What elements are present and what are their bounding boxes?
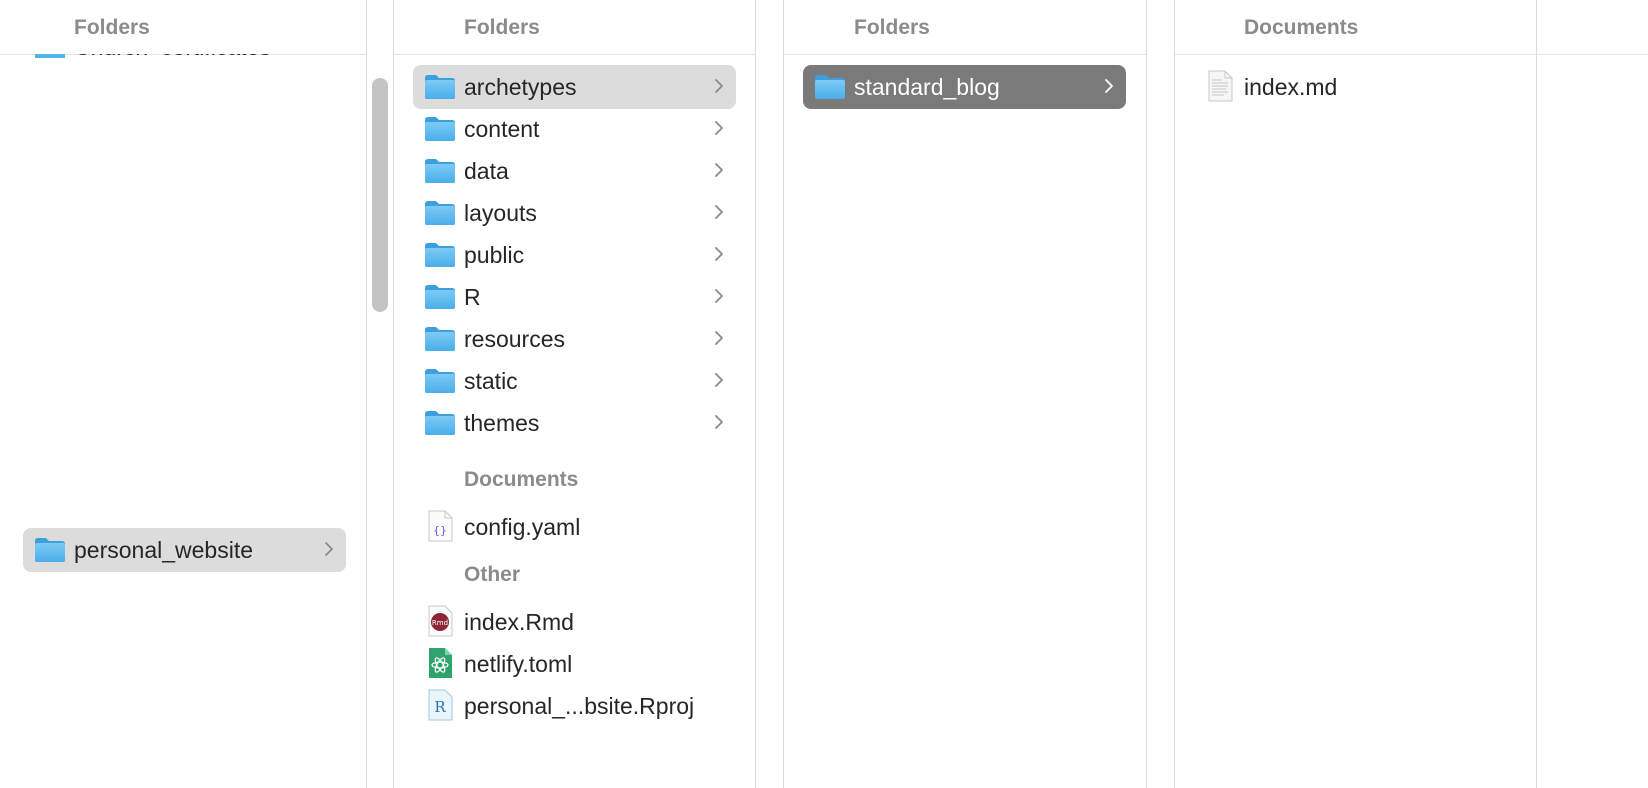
list-item-personal-website[interactable]: personal_website [23,528,346,572]
list-item-label: personal_...bsite.Rproj [464,693,695,719]
section-title-other: Other [464,563,521,586]
list-item-index-rmd[interactable]: Rmd index.Rmd [413,600,736,644]
chevron-right-icon [712,75,726,97]
list-item-data[interactable]: data [413,149,736,193]
chevron-right-icon [712,369,726,391]
list-item-public[interactable]: public [413,233,736,277]
chevron-right-icon [712,201,726,223]
list-item-content[interactable]: content [413,107,736,151]
list-item-layouts[interactable]: layouts [413,191,736,235]
folder-icon [424,284,456,310]
rproj-file-icon: R [428,689,453,721]
list-item-label: resources [464,326,565,352]
list-item-index-md[interactable]: index.md [1194,65,1517,109]
list-item-label: standard_blog [854,74,1000,100]
list-item-personal-website-rproj[interactable]: R personal_...bsite.Rproj [413,684,736,728]
list-item-config-yaml[interactable]: {} config.yaml [413,505,736,549]
section-title-documents: Documents [464,468,579,491]
column-header-label: Folders [854,16,930,39]
list-item-label: content [464,116,540,142]
folder-icon [424,326,456,352]
svg-text:Rmd: Rmd [432,619,448,627]
chevron-right-icon [322,538,336,560]
column-header-label: Folders [464,16,540,39]
list-item-label: netlify.toml [464,651,573,677]
list-item-label: data [464,158,509,184]
chevron-right-icon [1102,75,1116,97]
chevron-right-icon [712,285,726,307]
folder-icon [424,200,456,226]
chevron-right-icon [712,327,726,349]
chevron-right-icon [712,117,726,139]
column-divider[interactable] [1146,0,1147,788]
folder-icon [424,368,456,394]
list-item-label: public [464,242,525,268]
column-divider[interactable] [393,0,394,788]
list-item-label: static [464,368,518,394]
column-header-label: Documents [1244,16,1359,39]
list-item-label: index.Rmd [464,609,574,635]
chevron-right-icon [712,243,726,265]
svg-text:R: R [434,698,446,716]
column-5-empty[interactable] [1537,0,1648,788]
folder-icon [424,74,456,100]
column-header [1537,0,1648,55]
folder-icon [424,242,456,268]
folder-icon [424,116,456,142]
column-header: Folders [0,0,366,55]
column-2[interactable]: Folders archetypes content data layouts … [367,0,755,788]
column-header-label: Folders [74,16,150,39]
folder-icon [424,410,456,436]
folder-icon [424,158,456,184]
list-item-label: index.md [1244,74,1338,100]
chevron-right-icon [712,159,726,181]
list-item-label: themes [464,410,540,436]
list-item-resources[interactable]: resources [413,317,736,361]
column-4[interactable]: Documents index.md [1174,0,1536,788]
chevron-right-icon [712,411,726,433]
list-item-standard-blog[interactable]: standard_blog [803,65,1126,109]
column-divider[interactable] [755,0,756,788]
list-item-themes[interactable]: themes [413,401,736,445]
list-item-label: config.yaml [464,514,581,540]
yaml-file-icon: {} [428,510,453,542]
folder-icon [34,537,66,563]
list-item-label: archetypes [464,74,577,100]
column-1[interactable]: Folders Church_certificates personal_web… [0,0,366,788]
column-divider[interactable] [783,0,784,788]
column-header: Folders [393,0,755,55]
list-item-label: personal_website [74,537,254,563]
list-item-label: layouts [464,200,537,226]
svg-text:{}: {} [433,524,447,537]
toml-file-icon [429,648,452,678]
scrollbar-thumb[interactable] [372,78,388,312]
list-item-netlify-toml[interactable]: netlify.toml [413,642,736,686]
list-item-static[interactable]: static [413,359,736,403]
list-item-label: R [464,284,481,310]
column-3[interactable]: Folders standard_blog [783,0,1146,788]
rmarkdown-file-icon: Rmd [428,605,453,637]
column-header: Documents [1174,0,1536,55]
column-header: Folders [783,0,1146,55]
column-divider[interactable] [1174,0,1175,788]
folder-icon [814,74,846,100]
list-item-archetypes[interactable]: archetypes [413,65,736,109]
text-document-icon [1208,70,1233,102]
list-item-r[interactable]: R [413,275,736,319]
